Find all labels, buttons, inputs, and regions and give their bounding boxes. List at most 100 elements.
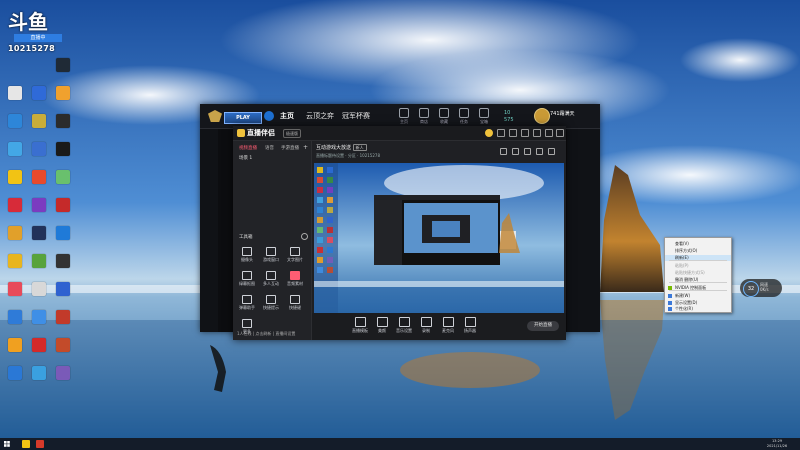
nav-loot-label: 宝箱 [480,119,488,124]
context-menu-item[interactable]: 粘贴(P) [665,263,731,269]
bottom-tool[interactable]: 麦克风 [436,317,460,334]
toolbox-item[interactable]: 文字图片 [284,247,306,263]
desktop-icon[interactable] [26,114,52,141]
desktop-icon[interactable] [2,282,28,309]
skin-icon[interactable] [497,129,505,137]
desktop-icon[interactable] [50,338,76,365]
bottom-tool[interactable]: 扬声器 [458,317,482,334]
desktop-icon[interactable] [50,310,76,337]
nav-collection[interactable]: 收藏 [436,108,452,125]
desktop-icon[interactable] [2,226,28,253]
toolbox-settings-icon[interactable] [301,233,308,240]
toolbox-item[interactable]: 多人互动 [260,271,282,287]
bottom-tool[interactable]: 音乐设置 [392,317,416,334]
desktop-icon[interactable] [2,338,28,365]
live-preview[interactable] [314,163,564,313]
tab-mobile-live[interactable]: 手游直播 [281,145,299,151]
desktop-icon[interactable] [2,114,28,141]
context-menu-item[interactable]: 新建(W) [665,293,731,299]
desktop-icon[interactable] [26,366,52,393]
bottom-tool[interactable]: 美颜 [370,317,394,334]
desktop-icon[interactable] [50,114,76,141]
desktop-icon[interactable] [26,198,52,225]
network-speed-widget[interactable]: 32 网速 0K/s [740,279,782,297]
desktop-icon[interactable] [26,142,52,169]
desktop-icon[interactable] [26,226,52,253]
toolbox-item[interactable]: 音频素材 [284,271,306,287]
desktop-icon[interactable] [26,170,52,197]
tab-video-live[interactable]: 视频直播 [239,145,257,151]
desktop-icon[interactable] [2,366,28,393]
menu-icon[interactable] [533,129,541,137]
share-icon[interactable] [500,148,507,155]
desktop-icon[interactable] [50,58,76,85]
desktop-icon[interactable] [26,254,52,281]
scene-item[interactable]: 场景 1 [239,155,252,161]
desktop-icon[interactable] [2,198,28,225]
message-icon[interactable] [509,129,517,137]
start-live-button[interactable]: 开始直播 [527,321,559,331]
minimize-icon[interactable] [545,129,553,137]
launcher-logo-icon[interactable] [208,110,222,122]
taskbar-app-icon[interactable] [22,440,30,448]
context-menu-item[interactable]: 粘贴快捷方式(S) [665,270,731,276]
app-name: 直播伴侣 [247,129,275,137]
tab-tft[interactable]: 云顶之弈 [306,111,334,121]
bell-icon[interactable] [524,148,531,155]
desktop-icon[interactable] [50,170,76,197]
nav-loot[interactable]: 宝箱 [476,108,492,125]
desktop-icon[interactable] [50,198,76,225]
windows-start-icon[interactable] [4,441,10,447]
desktop-icon[interactable] [50,254,76,281]
tab-voice[interactable]: 语音 [265,145,274,151]
app-icon [56,254,70,268]
context-menu-item[interactable]: 排序方式(O) [665,248,731,254]
desktop-icon[interactable] [2,142,28,169]
desktop-icon[interactable] [26,282,52,309]
toolbox-item[interactable]: 摄像头 [236,247,258,263]
tab-clash[interactable]: 冠军杯赛 [342,111,370,121]
desktop-icon[interactable] [50,282,76,309]
stream-title-text: 互动游戏大放送 [316,145,352,151]
app-version-badge[interactable]: 极速版 [283,129,301,138]
tab-home[interactable]: 主页 [280,111,294,121]
desktop-icon[interactable] [2,310,28,337]
toolbox-item[interactable]: 游戏窗口 [260,247,282,263]
bottom-tool[interactable]: 录制 [414,317,438,334]
bottom-tool[interactable]: 直播模板 [348,317,372,334]
toolbox-item[interactable]: 快捷提示 [260,295,282,311]
context-menu-item-label: 显示设置(D) [675,300,698,305]
desktop-icon[interactable] [26,338,52,365]
system-clock[interactable]: 13:29 2021/11/26 [762,439,792,449]
grid-icon[interactable] [512,148,519,155]
close-icon[interactable] [556,129,564,137]
desktop-icon[interactable] [50,142,76,169]
stream-tag[interactable]: 新人 [352,144,367,151]
context-menu-item[interactable]: 个性化(R) [665,306,731,312]
desktop-icon[interactable] [50,226,76,253]
launcher-globe-icon[interactable] [264,111,274,121]
toolbox-item[interactable]: 绿幕抠图 [236,271,258,287]
settings-icon[interactable] [521,129,529,137]
app-logo-icon [237,129,245,137]
desktop-icon[interactable] [50,366,76,393]
user-avatar-icon[interactable] [485,129,493,137]
add-scene-button[interactable]: + [303,144,308,151]
expand-icon[interactable] [548,148,555,155]
desktop-icon[interactable] [2,170,28,197]
avatar[interactable] [534,108,550,124]
nav-missions[interactable]: 任务 [456,108,472,125]
toolbox-item[interactable]: 快捷键 [284,295,306,311]
play-button[interactable]: PLAY [224,112,262,124]
nav-home[interactable]: 主页 [396,108,412,125]
taskbar-app-icon[interactable] [36,440,44,448]
toolbox-item[interactable]: 弹幕助手 [236,295,258,311]
desktop-icon[interactable] [26,86,52,113]
more-icon[interactable] [536,148,543,155]
context-menu-item[interactable]: 查看(V) [665,241,731,247]
nav-store[interactable]: 商店 [416,108,432,125]
desktop-icon[interactable] [26,310,52,337]
desktop-icon[interactable] [2,254,28,281]
desktop-icon[interactable] [2,86,28,113]
desktop-icon[interactable] [50,86,76,113]
